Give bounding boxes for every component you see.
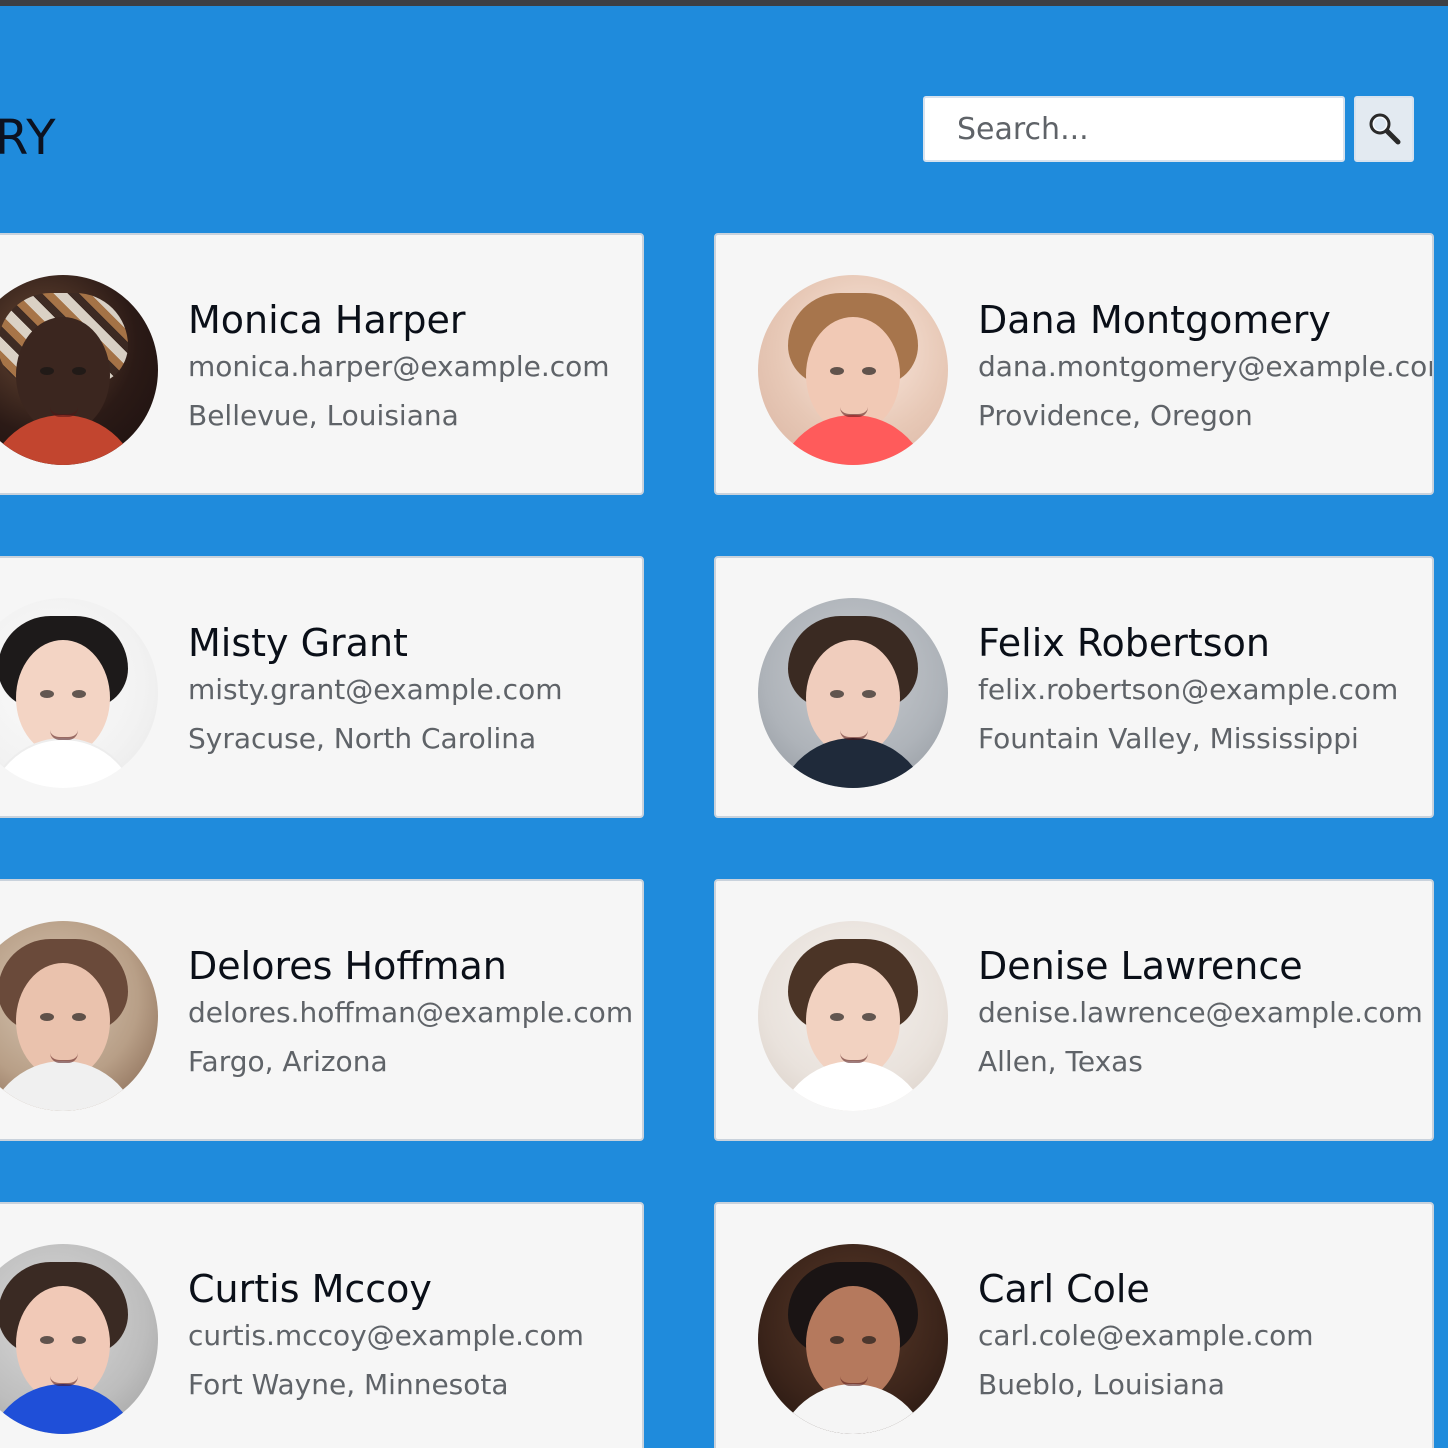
search-input[interactable] <box>923 96 1345 162</box>
person-name[interactable]: Felix Robertson <box>978 624 1270 662</box>
person-location: Fountain Valley, Mississippi <box>978 722 1359 755</box>
person-location: Bueblo, Louisiana <box>978 1368 1225 1401</box>
search-button[interactable] <box>1354 96 1414 162</box>
person-name[interactable]: Dana Montgomery <box>978 301 1331 339</box>
person-name[interactable]: Monica Harper <box>188 301 466 339</box>
person-card[interactable]: Dana Montgomery dana.montgomery@example.… <box>714 233 1434 495</box>
search-icon <box>1367 111 1401 148</box>
person-email[interactable]: curtis.mccoy@example.com <box>188 1322 584 1350</box>
page-title: ECTORY <box>0 110 57 166</box>
avatar <box>0 1244 158 1434</box>
person-card[interactable]: Misty Grant misty.grant@example.com Syra… <box>0 556 644 818</box>
person-email[interactable]: denise.lawrence@example.com <box>978 999 1423 1027</box>
person-card[interactable]: Felix Robertson felix.robertson@example.… <box>714 556 1434 818</box>
avatar <box>0 275 158 465</box>
person-name[interactable]: Misty Grant <box>188 624 408 662</box>
person-card[interactable]: Carl Cole carl.cole@example.com Bueblo, … <box>714 1202 1434 1448</box>
person-email[interactable]: carl.cole@example.com <box>978 1322 1314 1350</box>
avatar <box>758 921 948 1111</box>
person-location: Fargo, Arizona <box>188 1045 388 1078</box>
person-name[interactable]: Curtis Mccoy <box>188 1270 432 1308</box>
person-location: Fort Wayne, Minnesota <box>188 1368 509 1401</box>
person-email[interactable]: felix.robertson@example.com <box>978 676 1398 704</box>
person-name[interactable]: Denise Lawrence <box>978 947 1303 985</box>
person-name[interactable]: Carl Cole <box>978 1270 1150 1308</box>
person-email[interactable]: misty.grant@example.com <box>188 676 563 704</box>
person-name[interactable]: Delores Hoffman <box>188 947 507 985</box>
person-card[interactable]: Monica Harper monica.harper@example.com … <box>0 233 644 495</box>
avatar <box>758 598 948 788</box>
avatar <box>0 921 158 1111</box>
person-card[interactable]: Delores Hoffman delores.hoffman@example.… <box>0 879 644 1141</box>
person-email[interactable]: monica.harper@example.com <box>188 353 610 381</box>
person-location: Bellevue, Louisiana <box>188 399 459 432</box>
person-email[interactable]: delores.hoffman@example.com <box>188 999 633 1027</box>
person-location: Syracuse, North Carolina <box>188 722 537 755</box>
person-card[interactable]: Denise Lawrence denise.lawrence@example.… <box>714 879 1434 1141</box>
person-card[interactable]: Curtis Mccoy curtis.mccoy@example.com Fo… <box>0 1202 644 1448</box>
directory-page: ECTORY Monica Harper monica.harper@examp… <box>0 0 1448 1448</box>
person-location: Allen, Texas <box>978 1045 1143 1078</box>
avatar <box>758 275 948 465</box>
person-email[interactable]: dana.montgomery@example.com <box>978 353 1432 381</box>
avatar <box>0 598 158 788</box>
avatar <box>758 1244 948 1434</box>
person-location: Providence, Oregon <box>978 399 1253 432</box>
